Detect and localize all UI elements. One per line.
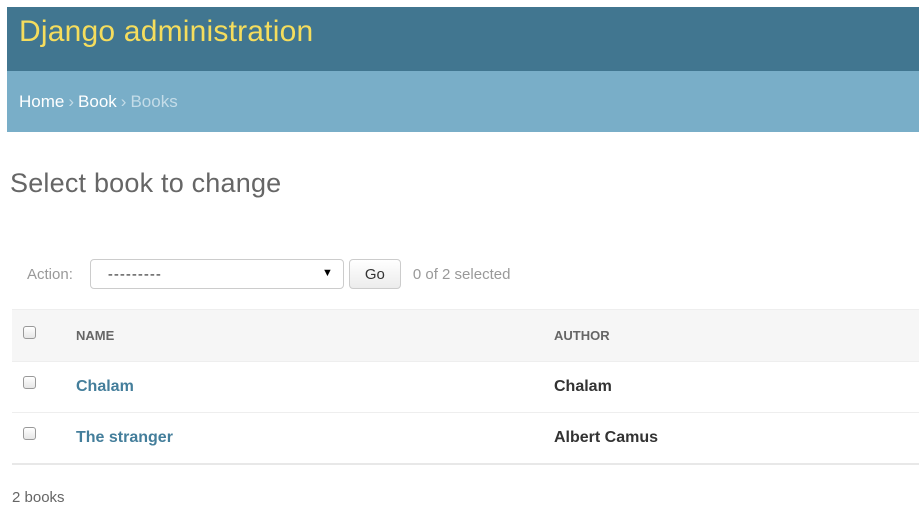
column-header-name[interactable]: NAME xyxy=(76,309,554,362)
name-cell: Chalam xyxy=(76,361,554,413)
author-cell: Albert Camus xyxy=(554,412,919,465)
table-row: The stranger Albert Camus xyxy=(12,412,919,465)
breadcrumb-home-link[interactable]: Home xyxy=(19,92,64,112)
breadcrumb-app-link[interactable]: Book xyxy=(78,92,117,112)
breadcrumb-separator: › xyxy=(68,91,75,111)
actions-bar: Action: --------- ▼ Go 0 of 2 selected xyxy=(12,254,919,294)
admin-page: Django administration Home › Book › Book… xyxy=(0,0,919,509)
action-select-value: --------- xyxy=(107,265,162,283)
book-link[interactable]: The stranger xyxy=(76,429,173,446)
author-cell: Chalam xyxy=(554,361,919,413)
caret-down-icon: ▼ xyxy=(321,267,334,279)
table-header-row: NAME AUTHOR xyxy=(12,309,919,362)
row-checkbox[interactable] xyxy=(23,376,36,390)
paginator-count: 2 books xyxy=(12,489,65,506)
row-checkbox[interactable] xyxy=(23,427,36,441)
selection-counter: 0 of 2 selected xyxy=(412,265,511,283)
breadcrumb-separator: › xyxy=(120,91,127,111)
page-title: Select book to change xyxy=(10,168,282,198)
select-all-cell xyxy=(12,309,76,362)
header: Django administration xyxy=(7,7,919,71)
column-header-author[interactable]: AUTHOR xyxy=(554,309,919,362)
go-button[interactable]: Go xyxy=(348,259,401,289)
breadcrumb: Home › Book › Books xyxy=(7,71,919,132)
site-branding[interactable]: Django administration xyxy=(19,13,919,51)
action-select[interactable]: --------- ▼ xyxy=(89,259,344,289)
row-checkbox-cell xyxy=(12,412,76,465)
name-cell: The stranger xyxy=(76,412,554,465)
book-link[interactable]: Chalam xyxy=(76,378,134,395)
table-row: Chalam Chalam xyxy=(12,361,919,413)
select-all-checkbox[interactable] xyxy=(23,326,36,340)
row-checkbox-cell xyxy=(12,361,76,413)
action-label: Action: xyxy=(27,265,73,283)
breadcrumb-current: Books xyxy=(130,91,178,111)
results-table: NAME AUTHOR Chalam Chalam The stranger A… xyxy=(12,309,919,465)
